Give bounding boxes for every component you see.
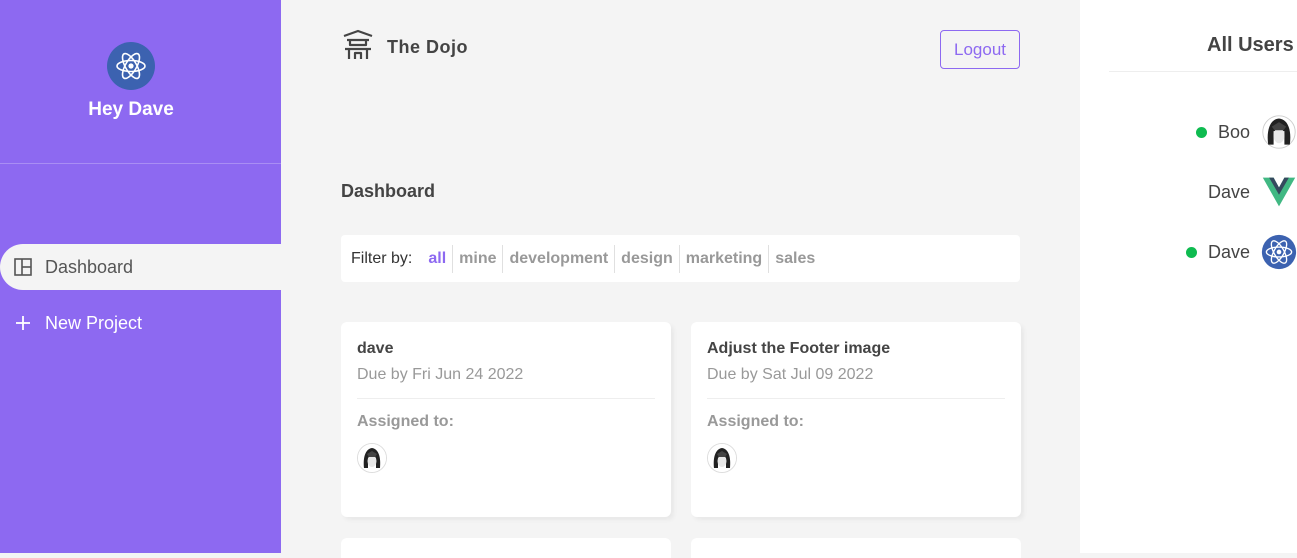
online-status-dot (1195, 126, 1207, 138)
project-card[interactable] (341, 538, 671, 558)
project-card[interactable]: Adjust the Footer image Due by Sat Jul 0… (691, 322, 1021, 517)
filter-option-sales[interactable]: sales (768, 244, 821, 273)
sidebar-item-dashboard[interactable]: Dashboard (0, 244, 281, 290)
project-due-date: Due by Sat Jul 09 2022 (707, 366, 874, 383)
assigned-label: Assigned to: (707, 413, 804, 430)
project-title: dave (357, 340, 394, 357)
anime-avatar-icon (1261, 112, 1297, 152)
user-greeting: Hey Dave (88, 99, 174, 120)
anime-avatar-icon (357, 443, 387, 473)
user-list-item: Boo (1195, 112, 1297, 152)
brand-title: The Dojo (387, 37, 468, 57)
anime-avatar-icon (707, 443, 737, 473)
sidebar: Hey Dave Dashboard New Project (0, 0, 281, 553)
filter-label: Filter by: (351, 249, 413, 267)
sidebar-user-block: Hey Dave (0, 0, 281, 164)
filter-option-development[interactable]: development (502, 244, 614, 273)
logout-button[interactable]: Logout (940, 30, 1020, 69)
dashboard-layout-icon (14, 258, 32, 276)
assigned-label: Assigned to: (357, 413, 454, 430)
vue-logo-icon (1261, 172, 1297, 212)
main-content: The Dojo Logout Dashboard Filter by: all… (281, 0, 1080, 558)
card-divider (707, 398, 1005, 399)
page-title: Dashboard (341, 181, 436, 201)
user-name: Dave (1207, 241, 1250, 262)
react-logo-icon (107, 42, 155, 90)
user-list-item: Dave (1185, 232, 1297, 272)
online-status-dot (1185, 246, 1197, 258)
project-card[interactable]: dave Due by Fri Jun 24 2022 Assigned to: (341, 322, 671, 517)
temple-icon (341, 28, 375, 67)
users-divider (1109, 71, 1297, 72)
project-due-date: Due by Fri Jun 24 2022 (357, 366, 524, 383)
filter-option-marketing[interactable]: marketing (678, 244, 768, 273)
project-filter: Filter by: all mine development design m… (341, 235, 1020, 282)
project-title: Adjust the Footer image (707, 340, 891, 357)
users-panel: All Users Boo Dave Dave (1080, 0, 1297, 553)
sidebar-item-new-project[interactable]: New Project (0, 300, 281, 346)
plus-icon (14, 314, 32, 332)
user-list-item: Dave (1208, 172, 1297, 212)
sidebar-item-label: New Project (45, 312, 143, 333)
filter-option-mine[interactable]: mine (452, 244, 502, 273)
react-logo-icon (1261, 232, 1297, 272)
user-name: Dave (1207, 181, 1250, 202)
card-divider (357, 398, 655, 399)
brand[interactable]: The Dojo (341, 28, 468, 67)
sidebar-item-label: Dashboard (45, 256, 134, 277)
user-name: Boo (1217, 121, 1250, 142)
filter-option-design[interactable]: design (614, 244, 679, 273)
users-panel-title: All Users (1207, 34, 1294, 56)
filter-option-all[interactable]: all (422, 245, 452, 273)
project-card[interactable] (691, 538, 1021, 558)
